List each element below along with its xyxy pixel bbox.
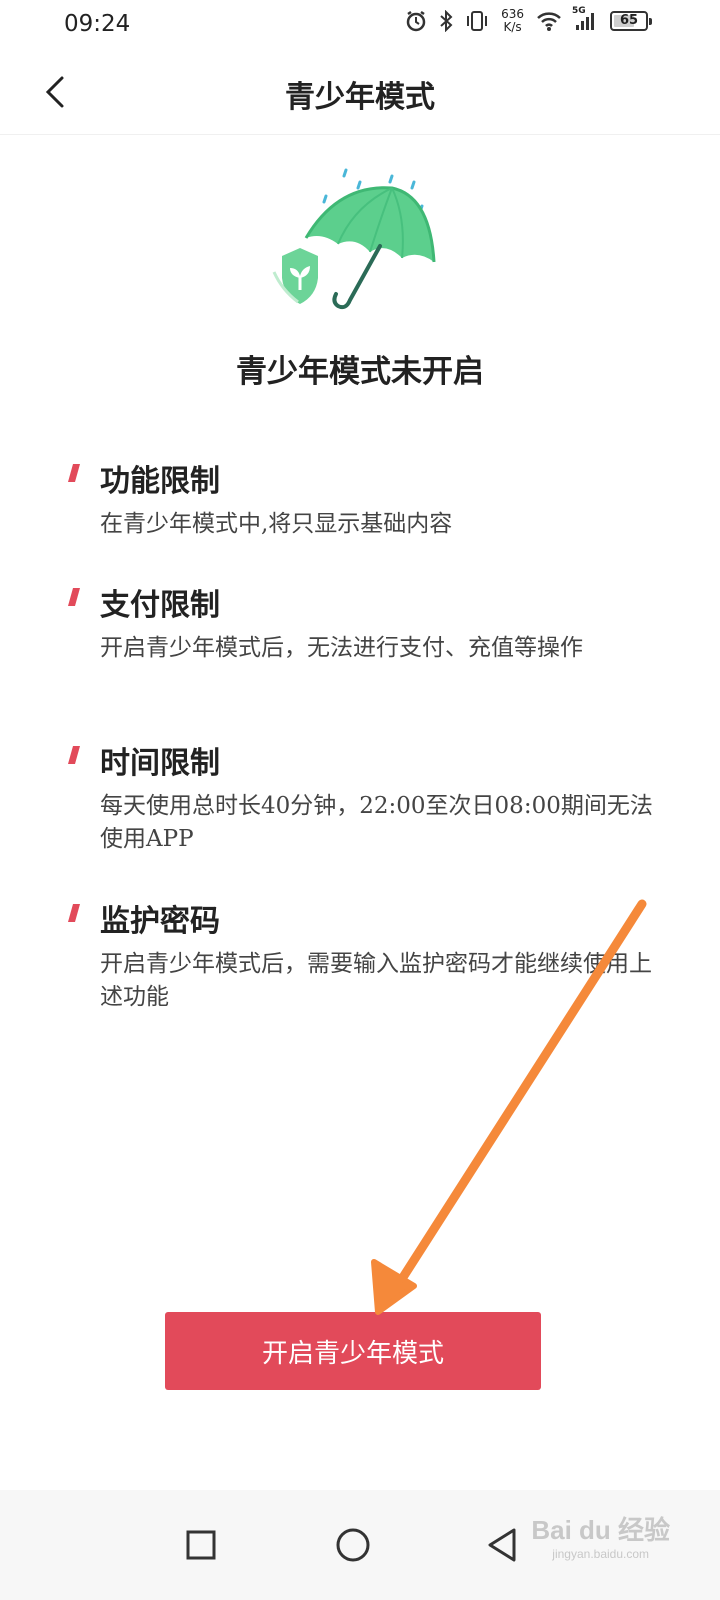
page-title: 青少年模式	[285, 80, 435, 115]
status-icons: 636 K/s 5G 65	[405, 6, 652, 34]
bluetooth-icon	[439, 10, 453, 32]
alarm-icon	[405, 10, 427, 32]
umbrella-shield-icon	[268, 160, 448, 320]
section-desc: 开启青少年模式后，无法进行支付、充值等操作	[100, 635, 583, 661]
mode-status-text: 青少年模式未开启	[236, 354, 484, 390]
vibrate-icon	[465, 10, 489, 32]
section-title: 时间限制	[100, 746, 220, 781]
app-header: 青少年模式	[0, 50, 720, 135]
section-desc: 每天使用总时长40分钟，22:00至次日08:00期间无法使用APP	[100, 793, 653, 852]
home-button[interactable]	[318, 1510, 388, 1580]
baidu-watermark: Bai du 经验 jingyan.baidu.com	[531, 1515, 670, 1561]
bullet-icon	[68, 746, 80, 764]
bullet-icon	[68, 588, 80, 606]
enable-teen-mode-button[interactable]: 开启青少年模式	[165, 1312, 541, 1390]
home-icon	[336, 1528, 370, 1562]
battery-icon: 65	[610, 11, 652, 31]
section-title: 支付限制	[100, 588, 220, 623]
bullet-icon	[68, 464, 80, 482]
net-speed: 636 K/s	[501, 7, 524, 34]
status-bar: 09:24 636 K/s 5G 65	[0, 0, 720, 50]
bullet-icon	[68, 904, 80, 922]
section-desc: 开启青少年模式后，需要输入监护密码才能继续使用上述功能	[100, 951, 652, 1010]
recent-apps-button[interactable]	[166, 1510, 236, 1580]
nav-back-button[interactable]	[466, 1510, 536, 1580]
wifi-icon	[536, 10, 562, 32]
battery-level: 65	[619, 13, 639, 28]
section-title: 监护密码	[100, 904, 220, 939]
recent-apps-icon	[186, 1530, 216, 1560]
status-time: 09:24	[64, 11, 131, 37]
back-triangle-icon	[488, 1528, 516, 1562]
section-desc: 在青少年模式中,将只显示基础内容	[100, 511, 453, 537]
section-title: 功能限制	[100, 464, 220, 499]
signal-icon: 5G	[572, 6, 598, 32]
